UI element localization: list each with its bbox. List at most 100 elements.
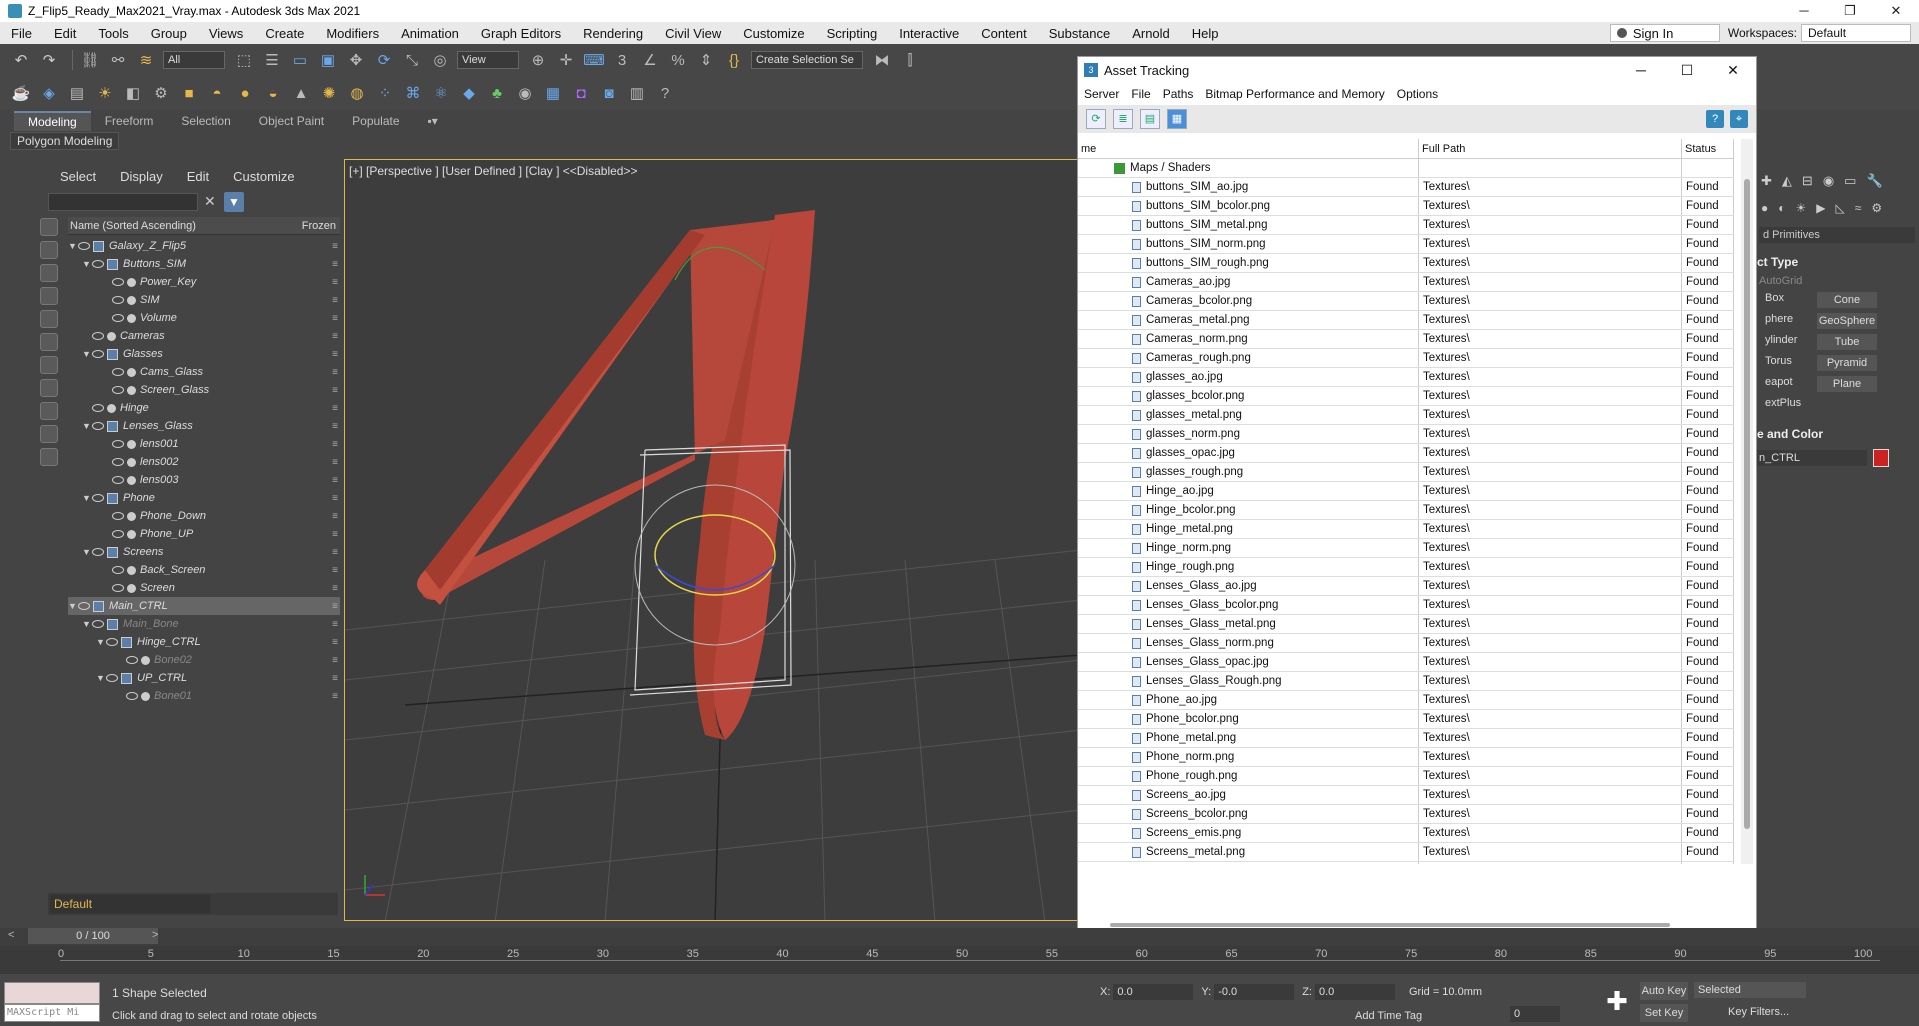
ribbon-options-icon[interactable]: ▪▾: [414, 112, 452, 130]
visibility-eye-icon[interactable]: [112, 314, 124, 322]
hemisphere-icon[interactable]: ◓: [206, 82, 228, 104]
asset-row[interactable]: glasses_ao.jpg Textures\ Found: [1078, 368, 1734, 387]
list-view-icon[interactable]: ≣: [1113, 109, 1133, 129]
set-key-plus-icon[interactable]: ✚: [1604, 988, 1630, 1014]
asset-row[interactable]: glasses_opac.jpg Textures\ Found: [1078, 444, 1734, 463]
workspaces-dropdown[interactable]: Default: [1801, 24, 1911, 42]
freeze-toggle-icon[interactable]: ≡: [332, 421, 338, 432]
maxscript-mini-input[interactable]: MAXScript Mi: [4, 1004, 100, 1022]
lights-icon[interactable]: ☀: [1796, 201, 1807, 215]
asset-row[interactable]: Phone_bcolor.png Textures\ Found: [1078, 710, 1734, 729]
set-key-button[interactable]: Set Key: [1640, 1004, 1688, 1022]
sign-in-dropdown[interactable]: Sign In: [1609, 24, 1720, 42]
freeze-toggle-icon[interactable]: ≡: [332, 673, 338, 684]
menu-edit[interactable]: Edit: [43, 26, 87, 41]
tab-object-paint[interactable]: Object Paint: [245, 112, 338, 130]
minimize-button[interactable]: ─: [1781, 3, 1827, 19]
hierarchy-tab-icon[interactable]: ⊟: [1802, 173, 1813, 189]
render-frame-icon[interactable]: ▦: [542, 82, 564, 104]
add-time-tag[interactable]: Add Time Tag: [1355, 1010, 1422, 1022]
visibility-eye-icon[interactable]: [112, 512, 124, 520]
column-full-path[interactable]: Full Path: [1419, 139, 1682, 158]
freeze-toggle-icon[interactable]: ≡: [332, 601, 338, 612]
visibility-eye-icon[interactable]: [92, 494, 104, 502]
primitive-button[interactable]: Plane: [1817, 376, 1877, 392]
proxy-icon[interactable]: ◆: [458, 82, 480, 104]
primitive-button[interactable]: extPlus: [1765, 397, 1801, 409]
display-tab-icon[interactable]: ▭: [1844, 173, 1856, 189]
light-icon[interactable]: ☀: [94, 82, 116, 104]
material-ball-icon[interactable]: ◉: [514, 82, 536, 104]
render-region-icon[interactable]: ◙: [598, 82, 620, 104]
asset-row[interactable]: Cameras_rough.png Textures\ Found: [1078, 349, 1734, 368]
undo-icon[interactable]: ↶: [10, 49, 32, 71]
primitive-button[interactable]: GeoSphere: [1817, 313, 1877, 329]
time-next-icon[interactable]: >: [152, 929, 158, 941]
primitive-type-dropdown[interactable]: d Primitives: [1759, 227, 1915, 243]
freeze-toggle-icon[interactable]: ≡: [332, 277, 338, 288]
select-by-name-icon[interactable]: ☰: [261, 49, 283, 71]
tree-item[interactable]: ▼ UP_CTRL ≡: [68, 669, 340, 687]
asset-row[interactable]: Lenses_Glass_metal.png Textures\ Found: [1078, 615, 1734, 634]
freeze-toggle-icon[interactable]: ≡: [332, 313, 338, 324]
unlink-icon[interactable]: ⚯: [107, 49, 129, 71]
visibility-eye-icon[interactable]: [126, 656, 138, 664]
scale-icon[interactable]: ⤡: [401, 49, 423, 71]
menu-customize[interactable]: Customize: [732, 26, 815, 41]
camera-icon[interactable]: ◧: [122, 82, 144, 104]
asset-row[interactable]: glasses_metal.png Textures\ Found: [1078, 406, 1734, 425]
asset-row[interactable]: buttons_SIM_bcolor.png Textures\ Found: [1078, 197, 1734, 216]
maximize-button[interactable]: ❐: [1827, 3, 1873, 19]
keyboard-shortcut-icon[interactable]: ⌨: [583, 49, 605, 71]
display-geometry-icon[interactable]: [40, 241, 58, 259]
tree-item[interactable]: ▼ Galaxy_Z_Flip5 ≡: [68, 237, 340, 255]
dialog-menu-bitmap[interactable]: Bitmap Performance and Memory: [1199, 87, 1390, 101]
display-shapes-icon[interactable]: [40, 264, 58, 282]
asset-row[interactable]: Cameras_norm.png Textures\ Found: [1078, 330, 1734, 349]
column-name[interactable]: me: [1078, 139, 1419, 158]
menu-substance[interactable]: Substance: [1038, 26, 1121, 41]
asset-row[interactable]: Lenses_Glass_ao.jpg Textures\ Found: [1078, 577, 1734, 596]
visibility-eye-icon[interactable]: [78, 242, 90, 250]
visibility-eye-icon[interactable]: [106, 674, 118, 682]
tree-item[interactable]: Back_Screen ≡: [68, 561, 340, 579]
tree-item[interactable]: ▼ Phone ≡: [68, 489, 340, 507]
z-coordinate-field[interactable]: 0.0: [1314, 984, 1395, 1000]
primitive-button[interactable]: phere: [1765, 313, 1793, 325]
menu-civil-view[interactable]: Civil View: [654, 26, 732, 41]
asset-row[interactable]: buttons_SIM_norm.png Textures\ Found: [1078, 235, 1734, 254]
visibility-eye-icon[interactable]: [92, 332, 104, 340]
close-button[interactable]: ✕: [1873, 3, 1919, 19]
tree-item[interactable]: Cameras ≡: [68, 327, 340, 345]
asset-row[interactable]: Cameras_ao.jpg Textures\ Found: [1078, 273, 1734, 292]
display-groups-icon[interactable]: [40, 379, 58, 397]
visibility-eye-icon[interactable]: [112, 476, 124, 484]
menu-file[interactable]: File: [0, 26, 43, 41]
asset-row[interactable]: Hinge_norm.png Textures\ Found: [1078, 539, 1734, 558]
menu-modifiers[interactable]: Modifiers: [315, 26, 390, 41]
visibility-eye-icon[interactable]: [112, 530, 124, 538]
polygon-modeling-panel[interactable]: Polygon Modeling: [10, 132, 120, 150]
freeze-toggle-icon[interactable]: ≡: [332, 349, 338, 360]
menu-scripting[interactable]: Scripting: [816, 26, 889, 41]
cameras-icon[interactable]: ▶: [1816, 201, 1825, 215]
tab-populate[interactable]: Populate: [338, 112, 413, 130]
explorer-menu-select[interactable]: Select: [60, 169, 96, 184]
explorer-menu-customize[interactable]: Customize: [233, 169, 294, 184]
tree-item[interactable]: Screen ≡: [68, 579, 340, 597]
menu-group[interactable]: Group: [140, 26, 198, 41]
place-icon[interactable]: ◎: [429, 49, 451, 71]
visibility-eye-icon[interactable]: [112, 278, 124, 286]
auto-key-button[interactable]: Auto Key: [1640, 982, 1688, 1000]
x-coordinate-field[interactable]: 0.0: [1113, 984, 1194, 1000]
name-color-heading[interactable]: e and Color: [1757, 427, 1823, 441]
menu-rendering[interactable]: Rendering: [572, 26, 654, 41]
tree-item[interactable]: SIM ≡: [68, 291, 340, 309]
visibility-eye-icon[interactable]: [126, 692, 138, 700]
display-containers-icon[interactable]: [40, 448, 58, 466]
freeze-toggle-icon[interactable]: ≡: [332, 493, 338, 504]
menu-graph-editors[interactable]: Graph Editors: [470, 26, 572, 41]
particle-icon[interactable]: ⁘: [374, 82, 396, 104]
asset-row[interactable]: Lenses_Glass_opac.jpg Textures\ Found: [1078, 653, 1734, 672]
material-editor-icon[interactable]: ◈: [38, 82, 60, 104]
